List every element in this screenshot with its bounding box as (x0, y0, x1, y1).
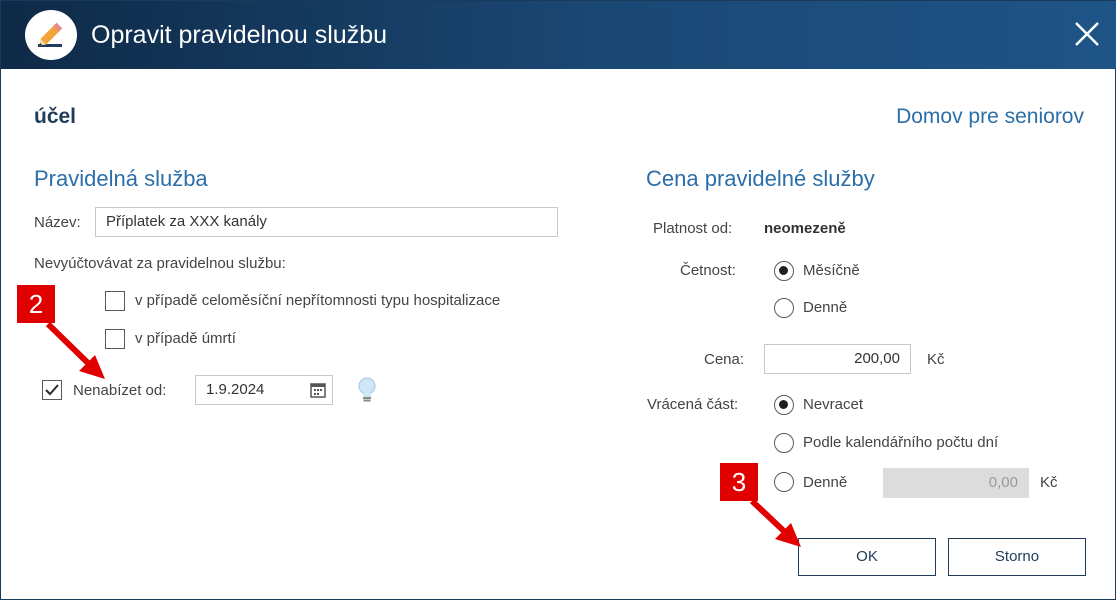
step-2-arrow (45, 321, 94, 369)
refund-daily-radio[interactable] (774, 472, 794, 492)
name-input[interactable]: Příplatek za XXX kanály (95, 207, 558, 237)
hospitalization-label: v případě celoměsíční nepřítomnosti typu… (135, 292, 501, 309)
price-label: Cena: (704, 351, 745, 368)
offer-until-label: Nenabízet od: (73, 382, 167, 399)
step-2-arrowhead (79, 355, 105, 379)
refund-calendar-days-radio[interactable] (774, 433, 794, 453)
step-2-callout: 2 (17, 285, 55, 323)
title-bar: Opravit pravidelnou službu (1, 1, 1116, 69)
validity-value: neomezeně (764, 220, 846, 237)
frequency-daily-label: Denně (803, 299, 848, 316)
frequency-monthly-radio[interactable] (774, 261, 794, 281)
no-billing-label: Nevyúčtovávat za pravidelnou službu: (34, 255, 286, 272)
death-label: v případě úmrtí (135, 330, 236, 347)
refund-daily-amount-input: 0,00 (883, 468, 1029, 498)
checkmark-icon (45, 384, 59, 396)
frequency-label: Četnost: (680, 262, 736, 279)
cancel-button[interactable]: Storno (948, 538, 1086, 576)
hospitalization-checkbox[interactable] (105, 291, 125, 311)
price-input[interactable]: 200,00 (764, 344, 911, 374)
refund-none-label: Nevracet (803, 396, 864, 413)
refund-none-radio[interactable] (774, 395, 794, 415)
validity-label: Platnost od: (653, 220, 733, 237)
refund-daily-currency: Kč (1040, 474, 1058, 491)
refund-label: Vrácená část: (647, 396, 739, 413)
name-label: Název: (34, 214, 81, 231)
step-3-arrow (749, 498, 790, 537)
pencil-icon (25, 10, 77, 60)
calendar-icon[interactable] (309, 381, 327, 399)
refund-daily-label: Denně (803, 474, 848, 491)
radio-selected-dot (779, 400, 788, 409)
lightbulb-icon[interactable] (356, 376, 378, 404)
death-checkbox[interactable] (105, 329, 125, 349)
purpose-value: Domov pre seniorov (896, 105, 1084, 128)
price-currency: Kč (927, 351, 945, 368)
purpose-label: účel (34, 105, 77, 128)
regular-service-section-title: Pravidelná služba (34, 166, 208, 191)
radio-selected-dot (779, 266, 788, 275)
dialog-title: Opravit pravidelnou službu (91, 21, 387, 49)
ok-button[interactable]: OK (798, 538, 936, 576)
edit-regular-service-dialog: Opravit pravidelnou službu účel Domov pr… (0, 0, 1116, 600)
frequency-daily-radio[interactable] (774, 298, 794, 318)
close-icon[interactable] (1071, 18, 1103, 50)
step-3-callout: 3 (720, 463, 758, 501)
frequency-monthly-label: Měsíčně (803, 262, 860, 279)
price-section-title: Cena pravidelné služby (646, 166, 875, 191)
refund-calendar-days-label: Podle kalendářního počtu dní (803, 434, 999, 451)
offer-until-checkbox[interactable] (42, 380, 62, 400)
